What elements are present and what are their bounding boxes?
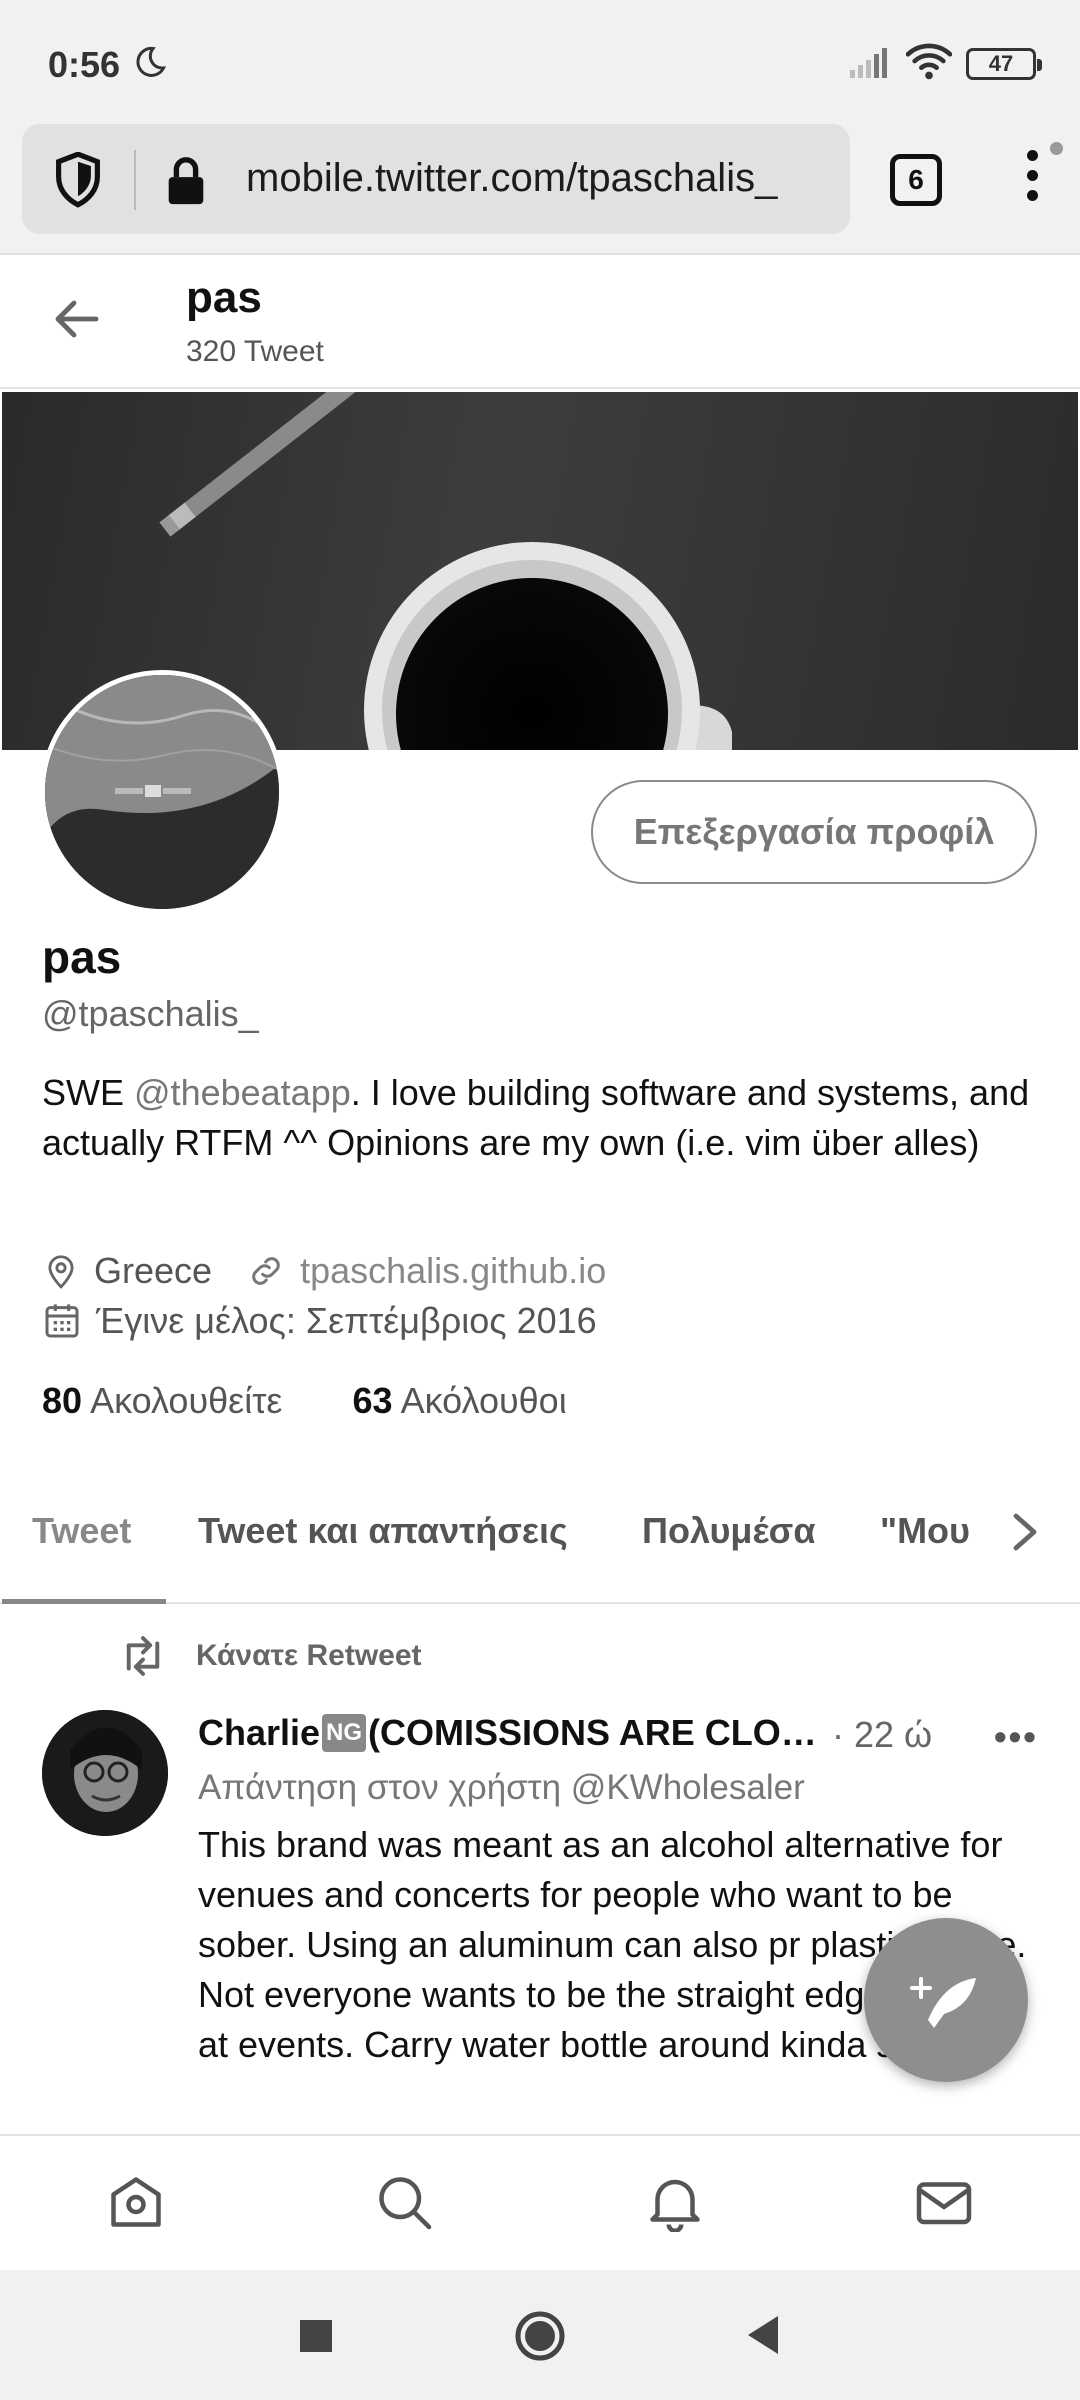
header-name: pas bbox=[186, 273, 262, 322]
compose-tweet-button[interactable] bbox=[864, 1918, 1028, 2082]
signal-icon bbox=[850, 48, 887, 78]
status-bar: 0:56 47 bbox=[0, 0, 1080, 120]
bottom-navigation bbox=[0, 2134, 1080, 2270]
followers-label: Ακόλουθοι bbox=[400, 1380, 567, 1421]
calendar-icon bbox=[45, 1304, 79, 1338]
follow-stats: 80 Ακολουθείτε 63 Ακόλουθοι bbox=[42, 1380, 567, 1422]
author-name-prefix: Charlie bbox=[198, 1712, 321, 1753]
tweet-reply-context[interactable]: Απάντηση στον χρήστη @KWholesaler bbox=[198, 1768, 805, 1808]
messages-icon[interactable] bbox=[914, 2172, 974, 2232]
tab-switcher-button[interactable]: 6 bbox=[890, 154, 942, 206]
lock-icon[interactable] bbox=[164, 156, 208, 206]
retweet-icon bbox=[126, 1636, 160, 1676]
profile-name: pas bbox=[42, 931, 122, 983]
profile-bio: SWE @thebeatapp. I love building softwar… bbox=[42, 1068, 1042, 1168]
update-indicator bbox=[1050, 142, 1063, 155]
tweet-more-button[interactable]: ••• bbox=[994, 1716, 1038, 1758]
bio-prefix: SWE bbox=[42, 1072, 135, 1113]
address-bar[interactable]: mobile.twitter.com/tpaschalis_ bbox=[22, 124, 850, 234]
tweet-author-name[interactable]: Charlie NG (COMISSIONS ARE CLO… bbox=[198, 1712, 817, 1754]
followers-link[interactable]: 63 Ακόλουθοι bbox=[353, 1380, 567, 1421]
compose-feather-icon bbox=[910, 1977, 976, 2028]
profile-joined-row: Έγινε μέλος: Σεπτέμβριος 2016 bbox=[42, 1300, 597, 1342]
battery-icon: 47 bbox=[966, 48, 1042, 80]
url-text[interactable]: mobile.twitter.com/tpaschalis_ bbox=[246, 156, 777, 201]
location-icon bbox=[48, 1255, 74, 1289]
search-icon[interactable] bbox=[374, 2172, 434, 2232]
wifi-icon bbox=[906, 43, 952, 80]
tweet-timestamp[interactable]: · 22 ώ bbox=[832, 1714, 932, 1756]
home-icon[interactable] bbox=[106, 2172, 166, 2232]
browser-menu-button[interactable] bbox=[1020, 150, 1044, 210]
profile-handle: @tpaschalis_ bbox=[42, 993, 259, 1034]
back-arrow-icon[interactable] bbox=[52, 297, 100, 341]
edit-profile-button[interactable]: Επεξεργασία προφίλ bbox=[591, 780, 1037, 884]
notifications-icon[interactable] bbox=[645, 2172, 705, 2232]
recent-apps-icon[interactable] bbox=[296, 2310, 336, 2360]
followers-count: 63 bbox=[352, 1380, 393, 1421]
tab-media[interactable]: Πολυμέσα bbox=[642, 1510, 815, 1552]
following-count: 80 bbox=[42, 1380, 83, 1421]
author-avatar-image bbox=[42, 1710, 168, 1836]
active-tab-indicator bbox=[2, 1599, 166, 1604]
retweet-context: Κάνατε Retweet bbox=[118, 1636, 422, 1676]
profile-avatar[interactable] bbox=[40, 670, 284, 914]
profile-website-link[interactable]: tpaschalis.github.io bbox=[300, 1250, 606, 1292]
header-tweet-count: 320 Tweet bbox=[186, 335, 324, 368]
avatar-image bbox=[45, 675, 279, 909]
following-link[interactable]: 80 Ακολουθείτε bbox=[42, 1380, 282, 1421]
tweet-author-avatar[interactable] bbox=[42, 1710, 168, 1836]
status-time: 0:56 bbox=[48, 44, 121, 85]
tab-tweets[interactable]: Tweet bbox=[32, 1510, 131, 1552]
ng-badge: NG bbox=[322, 1714, 367, 1752]
retweet-label: Κάνατε Retweet bbox=[196, 1639, 422, 1672]
following-label: Ακολουθείτε bbox=[90, 1380, 283, 1421]
profile-header: pas 320 Tweet bbox=[0, 257, 1080, 389]
moon-icon bbox=[136, 46, 167, 77]
profile-meta-row: Greece tpaschalis.github.io bbox=[42, 1250, 606, 1292]
tab-tweets-and-replies[interactable]: Tweet και απαντήσεις bbox=[198, 1510, 568, 1552]
author-name-suffix: (COMISSIONS ARE CLO… bbox=[368, 1712, 817, 1753]
tab-likes[interactable]: "Μου bbox=[880, 1510, 970, 1552]
browser-toolbar: mobile.twitter.com/tpaschalis_ 6 bbox=[0, 120, 1080, 255]
bio-mention-link[interactable]: @thebeatapp bbox=[134, 1072, 351, 1113]
profile-location: Greece bbox=[94, 1250, 213, 1291]
back-button-icon[interactable] bbox=[742, 2310, 782, 2360]
shield-icon[interactable] bbox=[52, 152, 104, 208]
chevron-right-icon[interactable] bbox=[1010, 1510, 1042, 1554]
system-navigation-bar bbox=[0, 2270, 1080, 2400]
link-icon bbox=[252, 1257, 280, 1285]
profile-tabs: Tweet Tweet και απαντήσεις Πολυμέσα "Μου bbox=[0, 1480, 1080, 1604]
home-button-icon[interactable] bbox=[514, 2310, 566, 2362]
profile-joined-date: Έγινε μέλος: Σεπτέμβριος 2016 bbox=[96, 1300, 597, 1341]
address-separator bbox=[134, 150, 136, 210]
